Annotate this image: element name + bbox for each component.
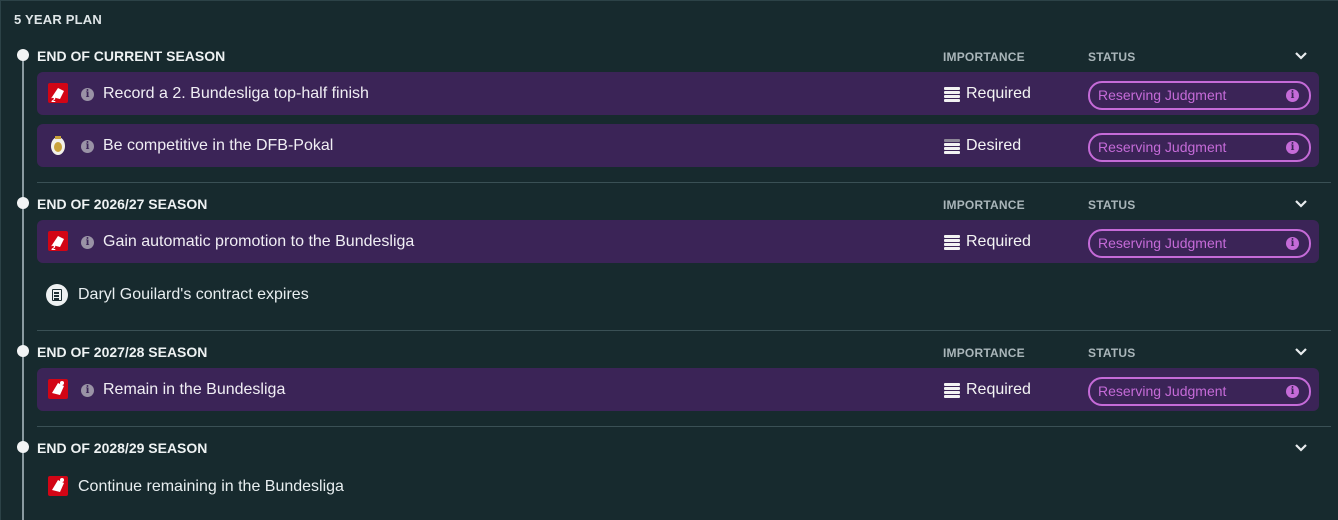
status-label: Reserving Judgment bbox=[1098, 383, 1227, 399]
importance-label: Required bbox=[966, 233, 1031, 250]
status-label: Reserving Judgment bbox=[1098, 87, 1227, 103]
objective-text: Gain automatic promotion to the Bundesli… bbox=[103, 233, 415, 250]
bundesliga-logo-icon bbox=[48, 379, 68, 399]
section-divider bbox=[37, 426, 1331, 427]
importance-label: Required bbox=[966, 85, 1031, 102]
status-badge[interactable]: Reserving Judgment i bbox=[1088, 133, 1311, 162]
2-bundesliga-logo-icon: 2 bbox=[48, 231, 68, 252]
goal-event-row: Continue remaining in the Bundesliga bbox=[37, 470, 1319, 506]
status-badge[interactable]: Reserving Judgment i bbox=[1088, 81, 1311, 110]
objective-row[interactable]: 2 i Gain automatic promotion to the Bund… bbox=[37, 220, 1319, 263]
status-badge[interactable]: Reserving Judgment i bbox=[1088, 229, 1311, 258]
section-divider bbox=[37, 182, 1331, 183]
status-column-header: STATUS bbox=[1088, 346, 1136, 360]
importance-label: Required bbox=[966, 381, 1031, 398]
section-header: END OF 2027/28 SEASON IMPORTANCE STATUS bbox=[37, 341, 1319, 363]
importance-bars-icon bbox=[944, 235, 960, 251]
info-icon[interactable]: i bbox=[81, 88, 94, 101]
info-icon[interactable]: i bbox=[81, 384, 94, 397]
2-bundesliga-logo-icon: 2 bbox=[48, 83, 68, 104]
chevron-down-icon[interactable] bbox=[1293, 343, 1309, 359]
status-badge[interactable]: Reserving Judgment i bbox=[1088, 377, 1311, 406]
importance-bars-icon bbox=[944, 87, 960, 103]
status-label: Reserving Judgment bbox=[1098, 139, 1227, 155]
timeline-dot bbox=[17, 441, 29, 453]
info-icon[interactable]: i bbox=[1286, 141, 1299, 154]
status-column-header: STATUS bbox=[1088, 198, 1136, 212]
contract-icon bbox=[46, 284, 68, 306]
section-header: END OF CURRENT SEASON IMPORTANCE STATUS bbox=[37, 45, 1319, 67]
chevron-down-icon[interactable] bbox=[1293, 195, 1309, 211]
svg-text:2: 2 bbox=[51, 244, 56, 252]
info-icon[interactable]: i bbox=[1286, 89, 1299, 102]
section-title: END OF 2026/27 SEASON bbox=[37, 196, 208, 212]
chevron-down-icon[interactable] bbox=[1293, 47, 1309, 63]
info-icon[interactable]: i bbox=[1286, 385, 1299, 398]
objective-text: Record a 2. Bundesliga top-half finish bbox=[103, 85, 369, 102]
objective-row[interactable]: 2 i Record a 2. Bundesliga top-half fini… bbox=[37, 72, 1319, 115]
objective-text: Be competitive in the DFB-Pokal bbox=[103, 137, 334, 154]
bundesliga-logo-icon bbox=[48, 476, 68, 496]
section-header: END OF 2026/27 SEASON IMPORTANCE STATUS bbox=[37, 193, 1319, 215]
status-label: Reserving Judgment bbox=[1098, 235, 1227, 251]
importance-column-header: IMPORTANCE bbox=[943, 198, 1025, 212]
importance-bars-icon bbox=[944, 383, 960, 399]
status-column-header: STATUS bbox=[1088, 50, 1136, 64]
importance-column-header: IMPORTANCE bbox=[943, 346, 1025, 360]
timeline-dot bbox=[17, 49, 29, 61]
info-icon[interactable]: i bbox=[81, 236, 94, 249]
chevron-down-icon[interactable] bbox=[1293, 439, 1309, 455]
section-divider bbox=[37, 330, 1331, 331]
info-icon[interactable]: i bbox=[1286, 237, 1299, 250]
objective-text: Remain in the Bundesliga bbox=[103, 381, 286, 398]
panel-title: 5 YEAR PLAN bbox=[14, 12, 102, 27]
importance-bars-icon bbox=[944, 139, 960, 155]
svg-text:2: 2 bbox=[51, 96, 56, 104]
five-year-plan-panel: 5 YEAR PLAN END OF CURRENT SEASON IMPORT… bbox=[0, 0, 1338, 520]
event-text: Continue remaining in the Bundesliga bbox=[78, 478, 344, 495]
section-header: END OF 2028/29 SEASON bbox=[37, 437, 1319, 459]
contract-event-row: Daryl Gouilard's contract expires bbox=[37, 278, 1319, 314]
section-title: END OF CURRENT SEASON bbox=[37, 48, 226, 64]
section-title: END OF 2028/29 SEASON bbox=[37, 440, 208, 456]
event-text: Daryl Gouilard's contract expires bbox=[78, 286, 309, 303]
dfb-pokal-trophy-icon bbox=[51, 136, 65, 155]
importance-column-header: IMPORTANCE bbox=[943, 50, 1025, 64]
timeline-dot bbox=[17, 345, 29, 357]
objective-row[interactable]: i Remain in the Bundesliga Required Rese… bbox=[37, 368, 1319, 411]
importance-label: Desired bbox=[966, 137, 1022, 154]
objective-row[interactable]: i Be competitive in the DFB-Pokal Desire… bbox=[37, 124, 1319, 167]
info-icon[interactable]: i bbox=[81, 140, 94, 153]
section-title: END OF 2027/28 SEASON bbox=[37, 344, 208, 360]
timeline-dot bbox=[17, 197, 29, 209]
